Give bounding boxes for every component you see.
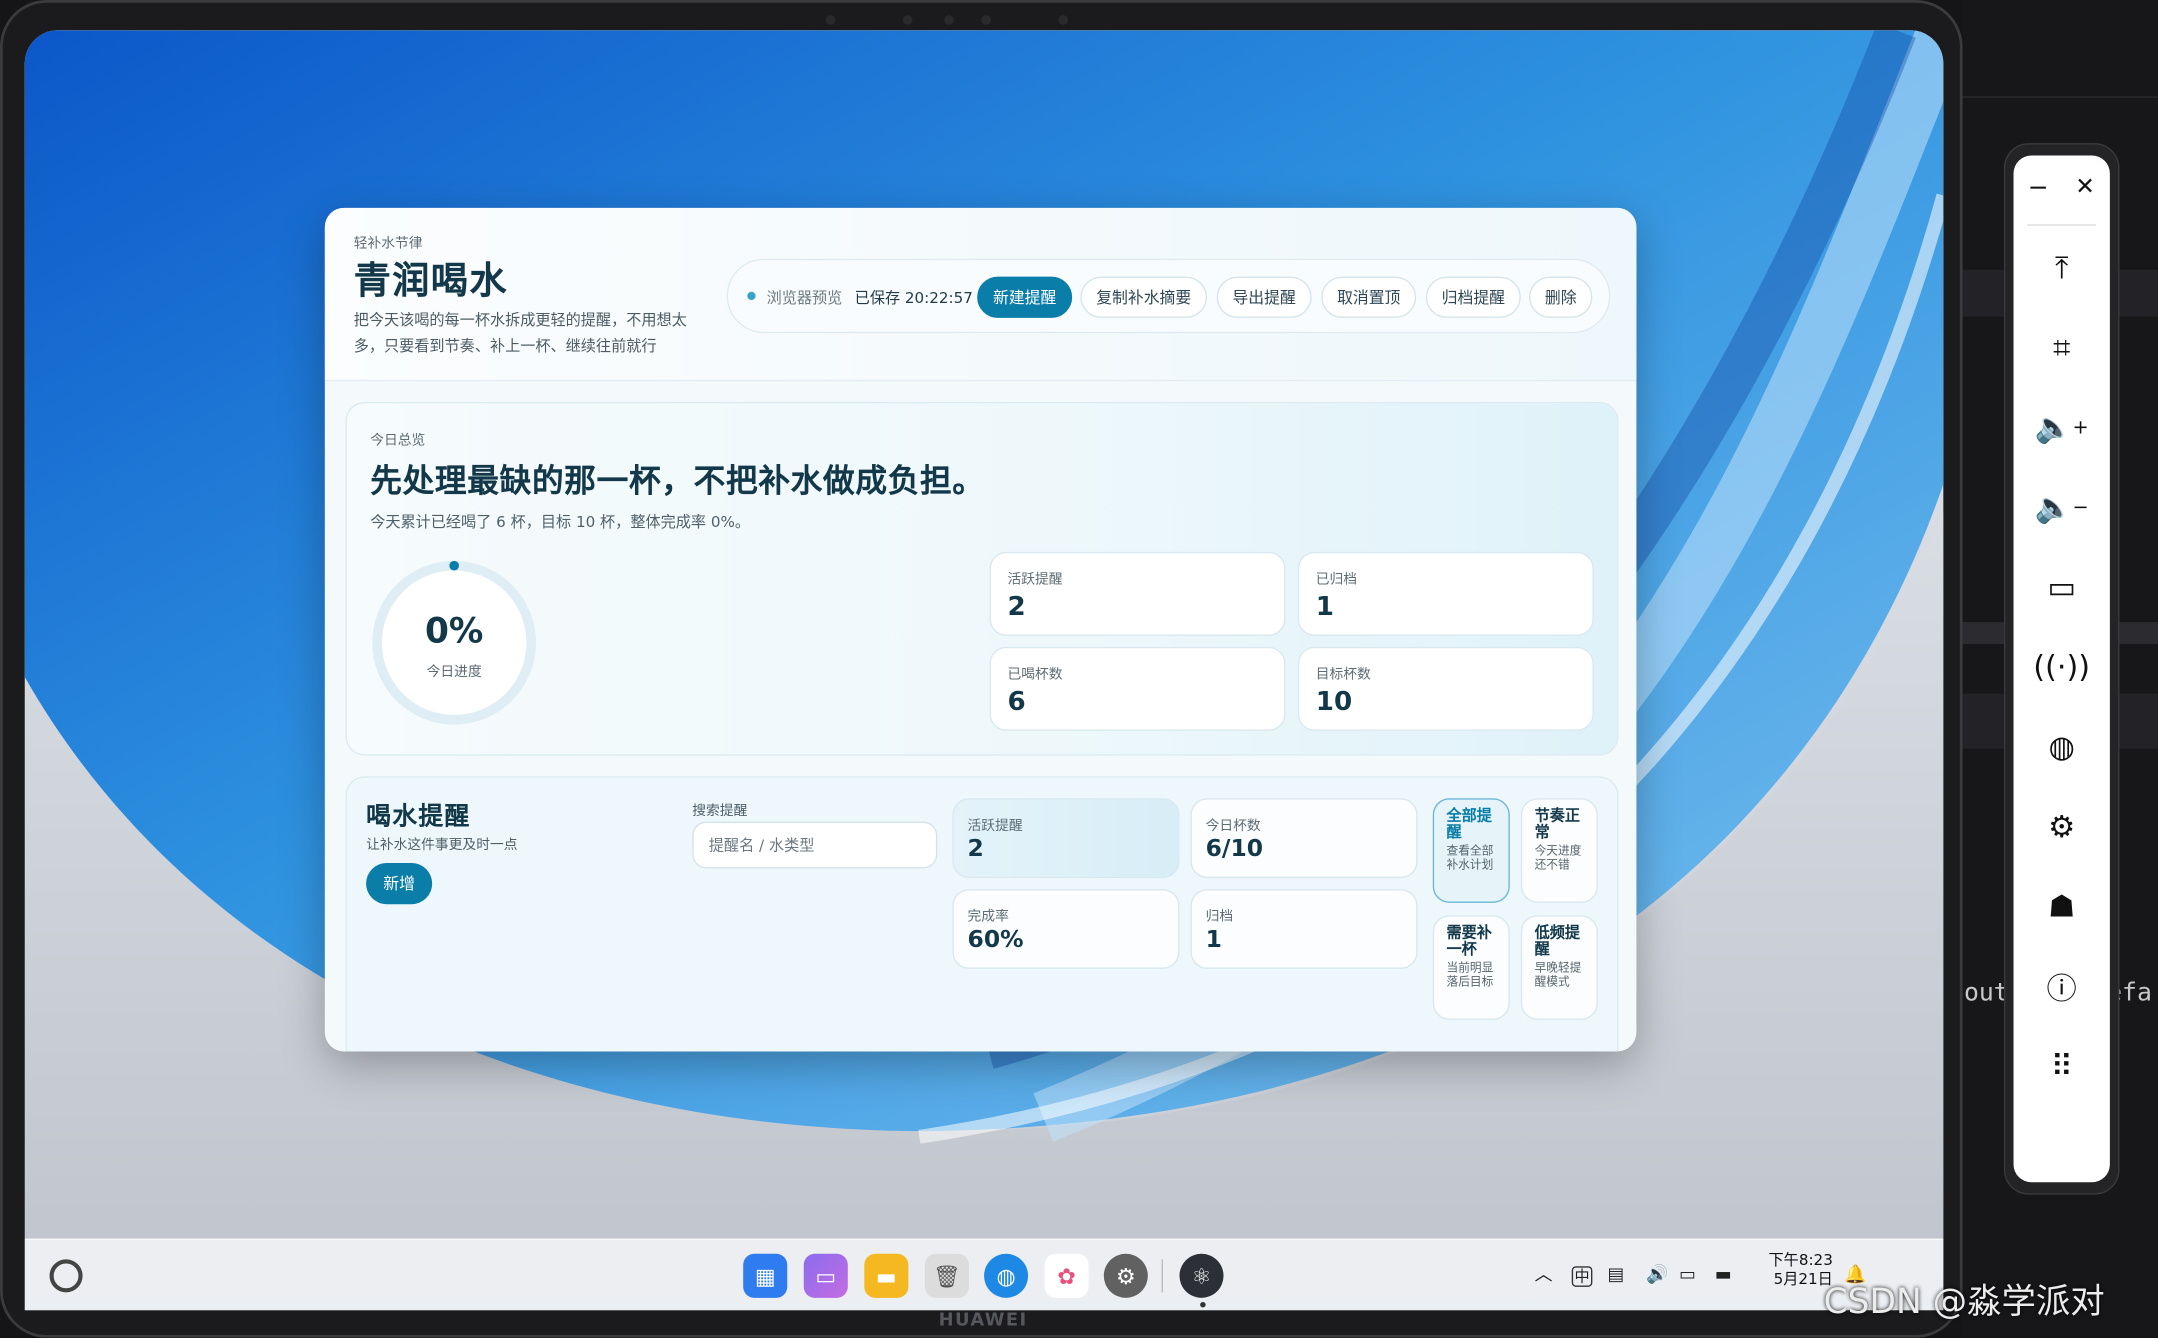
multitask-icon[interactable]: ▭ xyxy=(803,1253,848,1298)
filter-title: 节奏正常 xyxy=(1534,806,1580,841)
overview-summary: 今天累计已经喝了 6 杯，目标 10 杯，整体完成率 0%。 xyxy=(370,513,750,532)
display-icon[interactable]: ▭ xyxy=(1679,1262,1696,1290)
filter-low-frequency[interactable]: 低频提醒 早晚轻提醒模式 xyxy=(1520,915,1598,1020)
add-reminder-button[interactable]: 新增 xyxy=(366,862,433,905)
progress-label: 今日进度 xyxy=(426,664,482,680)
mini-stat-value: 2 xyxy=(967,835,984,863)
ime-indicator[interactable]: 中 xyxy=(1571,1266,1593,1287)
saved-status: 已保存 20:22:57 xyxy=(854,289,973,307)
copy-summary-button[interactable]: 复制补水摘要 xyxy=(1080,276,1208,318)
reminders-panel: 喝水提醒 让补水这件事更及时一点 新增 搜索提醒 活跃提醒 2 今日杯数 6/1… xyxy=(345,776,1619,1052)
info-icon[interactable]: ⓘ xyxy=(2014,959,2110,1014)
reminders-subtitle: 让补水这件事更及时一点 xyxy=(366,838,518,854)
emulator-sidebar: − ✕ ⤒ ⌗ 🔈 + 🔈 − ▭ ((·)) ◍ ⚙ ☗ ⓘ ⠿ xyxy=(2003,143,2120,1195)
mini-stat-value: 6/10 xyxy=(1205,835,1264,863)
electron-app-icon[interactable]: ⚛ xyxy=(1179,1253,1224,1298)
stat-value: 1 xyxy=(1315,591,1334,623)
mini-stat-label: 活跃提醒 xyxy=(967,818,1023,835)
stat-target-cups: 目标杯数 10 xyxy=(1297,646,1594,731)
search-input[interactable] xyxy=(692,821,938,869)
globe-icon[interactable]: ◍ xyxy=(2014,720,2110,775)
taskbar: ▦ ▭ ▬ 🗑 ◍ ✿ ⚙ ⚛ ︿ 中 ▤ 🔊 ▭ ▬ 下午8:23 5月21日 xyxy=(24,1238,1944,1311)
volume-up-icon[interactable]: 🔈 + xyxy=(2014,401,2110,456)
mini-stat-archived: 归档 1 xyxy=(1190,889,1418,969)
clock-time: 下午8:23 xyxy=(1768,1251,1833,1269)
delete-button[interactable]: 删除 xyxy=(1529,276,1593,318)
progress-value: 0% xyxy=(424,611,484,651)
volume-icon[interactable]: 🔊 xyxy=(1646,1262,1668,1290)
export-button[interactable]: 导出提醒 xyxy=(1216,276,1312,318)
filter-title: 需要补一杯 xyxy=(1446,923,1492,958)
filter-title: 低频提醒 xyxy=(1534,923,1580,958)
keyboard-icon[interactable]: ⠿ xyxy=(2014,1039,2110,1094)
device-brand: HUAWEI xyxy=(938,1310,1028,1331)
stat-label: 活跃提醒 xyxy=(1007,572,1063,588)
reminders-title: 喝水提醒 xyxy=(366,802,471,832)
files-icon[interactable]: ▬ xyxy=(864,1253,909,1298)
volume-down-icon[interactable]: 🔈 − xyxy=(2014,480,2110,535)
progress-ring: 0% 今日进度 xyxy=(370,559,538,727)
gallery-icon[interactable]: ✿ xyxy=(1044,1253,1089,1298)
filter-need-one-cup[interactable]: 需要补一杯 当前明显落后目标 xyxy=(1432,915,1510,1020)
app-header: 轻补水节律 青润喝水 把今天该喝的每一杯水拆成更轻的提醒，不用想太多，只要看到节… xyxy=(324,207,1637,382)
home-button[interactable] xyxy=(49,1259,83,1293)
app-description: 把今天该喝的每一杯水拆成更轻的提醒，不用想太多，只要看到节奏、补上一杯、继续往前… xyxy=(353,311,687,356)
filter-on-track[interactable]: 节奏正常 今天进度还不错 xyxy=(1520,798,1598,903)
app-eyebrow: 轻补水节律 xyxy=(353,236,423,252)
overview-headline: 先处理最缺的那一杯，不把补水做成负担。 xyxy=(370,463,985,500)
preview-status: 浏览器预览 xyxy=(766,289,843,307)
signal-icon[interactable]: ((·)) xyxy=(2014,640,2110,695)
battery-icon[interactable]: ▬ xyxy=(1715,1262,1732,1290)
mini-stat-label: 今日杯数 xyxy=(1205,818,1261,835)
filter-desc: 今天进度还不错 xyxy=(1534,845,1582,873)
app-title: 青润喝水 xyxy=(353,260,508,303)
stat-value: 10 xyxy=(1315,686,1353,718)
stat-value: 6 xyxy=(1007,686,1026,718)
crop-icon[interactable]: ⌗ xyxy=(2014,321,2110,376)
mini-stat-label: 完成率 xyxy=(967,909,1009,925)
mini-stat-label: 归档 xyxy=(1205,909,1234,925)
clipboard-icon[interactable]: ▤ xyxy=(1608,1262,1625,1290)
chevron-up-icon[interactable]: ︿ xyxy=(1535,1262,1553,1290)
filter-desc: 查看全部补水计划 xyxy=(1446,845,1494,873)
trash-icon[interactable]: 🗑 xyxy=(924,1253,969,1298)
filter-all[interactable]: 全部提醒 查看全部补水计划 xyxy=(1432,798,1510,903)
app-grid-icon[interactable]: ▦ xyxy=(743,1253,788,1298)
stat-archived: 已归档 1 xyxy=(1297,551,1594,636)
unpin-button[interactable]: 取消置顶 xyxy=(1321,276,1417,318)
app-window: 轻补水节律 青润喝水 把今天该喝的每一杯水拆成更轻的提醒，不用想太多，只要看到节… xyxy=(324,207,1637,1052)
mini-stat-completion: 完成率 60% xyxy=(952,889,1180,969)
stat-value: 2 xyxy=(1007,591,1026,623)
battery-sim-icon[interactable]: ▭ xyxy=(2014,560,2110,615)
stage: out efa ▦ ▭ ▬ 🗑 ◍ ✿ ⚙ ⚛ ︿ 中 ▤ 🔊 ▭ ▬ 下午8:… xyxy=(0,0,2158,1338)
search-label: 搜索提醒 xyxy=(692,803,748,819)
filter-desc: 当前明显落后目标 xyxy=(1446,962,1494,990)
toolbar: 浏览器预览 已保存 20:22:57 新建提醒 复制补水摘要 导出提醒 取消置顶… xyxy=(726,258,1611,334)
mini-stat-active: 活跃提醒 2 xyxy=(952,798,1180,879)
browser-icon[interactable]: ◍ xyxy=(984,1253,1029,1298)
overview-card: 今日总览 先处理最缺的那一杯，不把补水做成负担。 今天累计已经喝了 6 杯，目标… xyxy=(345,401,1619,756)
close-button[interactable]: ✕ xyxy=(2060,160,2110,215)
new-reminder-button[interactable]: 新建提醒 xyxy=(977,276,1073,318)
editor-fragment-left: out xyxy=(1963,978,2009,1008)
mini-stat-today-cups: 今日杯数 6/10 xyxy=(1190,798,1418,879)
settings-app-icon[interactable]: ⚙ xyxy=(1103,1253,1148,1298)
filter-title: 全部提醒 xyxy=(1446,806,1492,841)
bug-icon[interactable]: ☗ xyxy=(2014,879,2110,934)
stat-label: 已归档 xyxy=(1315,572,1358,588)
gear-icon[interactable]: ⚙ xyxy=(2014,800,2110,855)
minimize-button[interactable]: − xyxy=(2014,160,2064,215)
stat-cups-drunk: 已喝杯数 6 xyxy=(989,646,1286,731)
stat-label: 已喝杯数 xyxy=(1007,667,1063,683)
mini-stat-value: 60% xyxy=(967,926,1024,954)
stat-label: 目标杯数 xyxy=(1315,667,1371,683)
stat-active-reminders: 活跃提醒 2 xyxy=(989,551,1286,636)
pin-top-icon[interactable]: ⤒ xyxy=(2014,241,2110,296)
status-dot-icon xyxy=(747,291,756,301)
filter-desc: 早晚轻提醒模式 xyxy=(1534,962,1582,990)
archive-button[interactable]: 归档提醒 xyxy=(1425,276,1521,318)
watermark: CSDN @淼学派对 xyxy=(1823,1281,2105,1322)
mini-stat-value: 1 xyxy=(1205,926,1222,954)
overview-eyebrow: 今日总览 xyxy=(370,433,426,449)
